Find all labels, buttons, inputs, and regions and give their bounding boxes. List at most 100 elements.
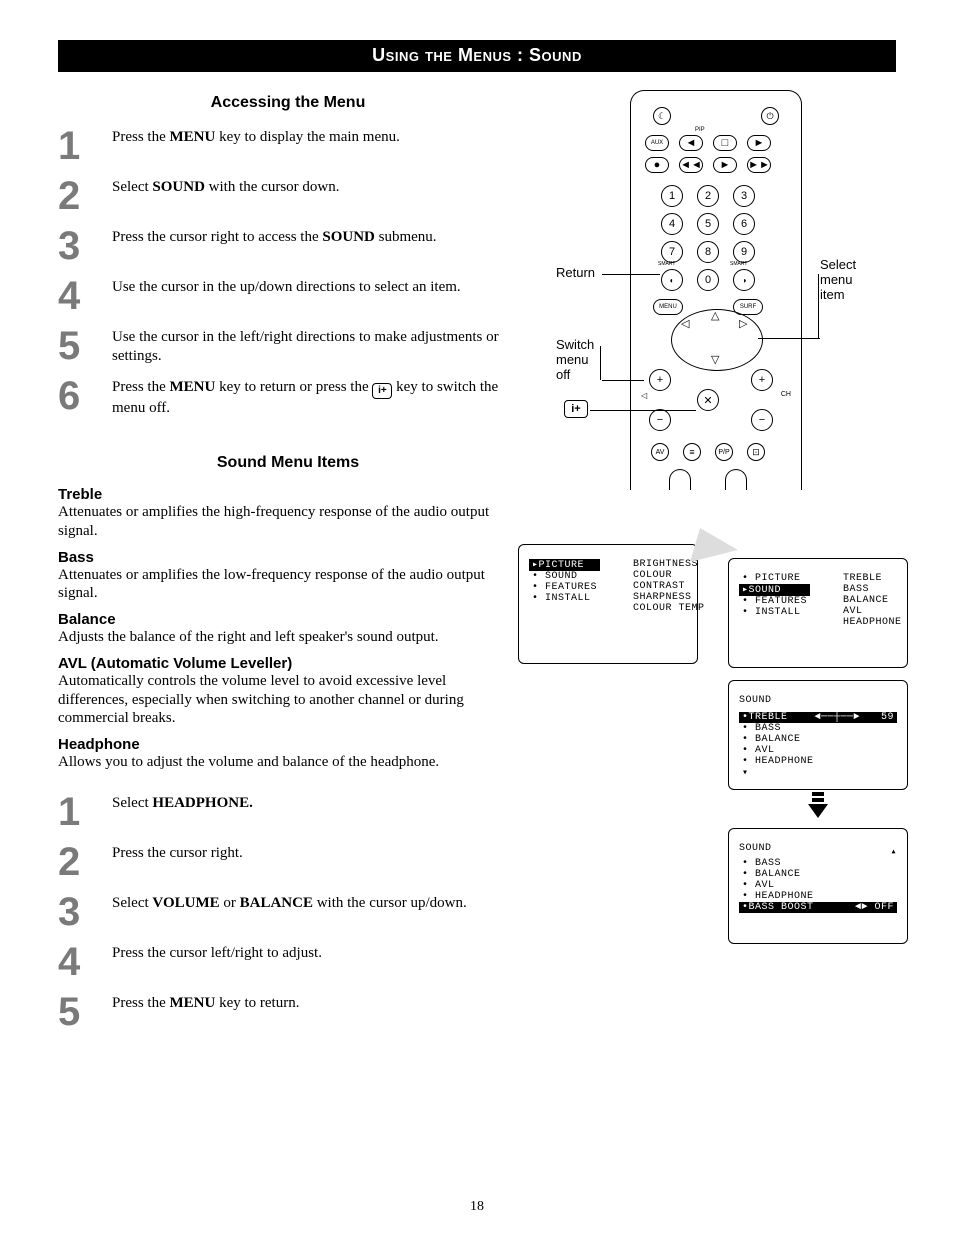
headphone-heading: Headphone (58, 736, 518, 753)
pip-label: PIP (695, 127, 705, 133)
nav-left-icon: ◁ (681, 317, 689, 330)
pip-mid-button: □ (713, 135, 737, 151)
mute-button: ✕ (697, 389, 719, 411)
t: submenu. (375, 229, 437, 245)
step-text: Press the MENU key to return or press th… (112, 376, 518, 418)
return-line (602, 274, 660, 275)
t: Use the cursor in the left/right directi… (112, 329, 499, 364)
osd-treble-menu: SOUND TREBLE◄──┼──► 59 BASS BALANCE AVL … (728, 680, 908, 790)
step-number: 4 (58, 942, 112, 982)
t: key to return or press the (215, 379, 372, 395)
t: key to return. (215, 995, 299, 1011)
return-label: Return (556, 266, 595, 281)
step-text: Press the cursor left/right to adjust. (112, 942, 518, 963)
osd-sound-menu: PICTURE ▸SOUND FEATURES INSTALL TREBLE B… (728, 558, 908, 668)
t: Press the (112, 995, 170, 1011)
osd-item: HEADPHONE (739, 756, 897, 767)
step-a4: 4 Use the cursor in the up/down directio… (58, 276, 518, 316)
balance-heading: Balance (58, 611, 518, 628)
t: SOUND (322, 229, 375, 245)
osd-item: HEADPHONE (739, 891, 897, 902)
osd2-right-list: TREBLE BASS BALANCE AVL HEADPHONE (840, 573, 905, 628)
t: SOUND (152, 179, 205, 195)
avl-text: Automatically controls the volume level … (58, 672, 518, 728)
osd1-left-list: ▸PICTURE SOUND FEATURES INSTALL (529, 559, 600, 614)
osd-item: BASS BOOST◄► OFF (739, 902, 897, 913)
digit-4-button: 4 (661, 213, 683, 235)
osd-item: BASS (739, 858, 897, 869)
pip-left-button: ◄ (679, 135, 703, 151)
osd-item: ▸SOUND (739, 584, 810, 596)
right-column: ☾ ⏻ AUX ◄ □ ► PIP ● ◄◄ ► ►► 1 2 3 4 5 6 … (538, 90, 896, 1042)
step-b2: 2 Press the cursor right. (58, 842, 518, 882)
switch-line (602, 380, 644, 381)
osd-item: HEADPHONE (840, 617, 905, 628)
step-number: 2 (58, 176, 112, 216)
smart-pic-button: ◐ (661, 269, 683, 291)
osd-item: ▸PICTURE (529, 559, 600, 571)
select-line (758, 338, 820, 339)
t: with the cursor down. (205, 179, 340, 195)
step-a3: 3 Press the cursor right to access the S… (58, 226, 518, 266)
step-b3: 3 Select VOLUME or BALANCE with the curs… (58, 892, 518, 932)
t: Select (112, 179, 152, 195)
osd-item: CONTRAST (630, 581, 708, 592)
osd-item: BALANCE (739, 869, 897, 880)
osd3-list: TREBLE◄──┼──► 59 BASS BALANCE AVL HEADPH… (739, 712, 897, 779)
t: Press the (112, 129, 170, 145)
digit-7-button: 7 (661, 241, 683, 263)
osd-item: FEATURES (739, 596, 810, 607)
treble-text: Attenuates or amplifies the high-frequen… (58, 503, 518, 541)
step-a2: 2 Select SOUND with the cursor down. (58, 176, 518, 216)
t: VOLUME (152, 895, 219, 911)
rew-button: ◄◄ (679, 157, 703, 173)
step-text: Press the cursor right. (112, 842, 518, 863)
av-button: AV (651, 443, 669, 461)
step-text: Use the cursor in the up/down directions… (112, 276, 518, 297)
rec-button: ● (645, 157, 669, 173)
info-icon: i+ (564, 400, 588, 418)
t: Select (112, 895, 152, 911)
format-button: ⊡ (747, 443, 765, 461)
page-number: 18 (0, 1199, 954, 1215)
step-text: Press the MENU key to return. (112, 992, 518, 1013)
digit-0-button: 0 (697, 269, 719, 291)
step-number: 4 (58, 276, 112, 316)
t: MENU (170, 995, 216, 1011)
digit-2-button: 2 (697, 185, 719, 207)
ch-down-button: − (751, 409, 773, 431)
t: Press the cursor left/right to adjust. (112, 945, 322, 961)
remote-diagram: ☾ ⏻ AUX ◄ □ ► PIP ● ◄◄ ► ►► 1 2 3 4 5 6 … (542, 90, 882, 510)
osd-item: BASS (840, 584, 905, 595)
headphone-text: Allows you to adjust the volume and bala… (58, 753, 518, 772)
power-icon: ⏻ (761, 107, 779, 125)
smart-snd-button: ◑ (733, 269, 755, 291)
teletext-button: ≡ (683, 443, 701, 461)
osd-item: SHARPNESS (630, 592, 708, 603)
vol-up-button: + (649, 369, 671, 391)
t: or (220, 895, 240, 911)
pp-button: P/P (715, 443, 733, 461)
step-b5: 5 Press the MENU key to return. (58, 992, 518, 1032)
step-a6: 6 Press the MENU key to return or press … (58, 376, 518, 418)
nav-down-icon: ▽ (711, 353, 719, 366)
step-number: 1 (58, 792, 112, 832)
step-number: 3 (58, 892, 112, 932)
osd-item: AVL (739, 880, 897, 891)
standby-icon: ☾ (653, 107, 671, 125)
osd-item: COLOUR TEMP (630, 603, 708, 614)
digit-8-button: 8 (697, 241, 719, 263)
select-label: Select menu item (820, 258, 870, 303)
step-number: 1 (58, 126, 112, 166)
step-text: Press the MENU key to display the main m… (112, 126, 518, 147)
t: BALANCE (240, 895, 313, 911)
digit-5-button: 5 (697, 213, 719, 235)
section-accessing-heading: Accessing the Menu (58, 94, 518, 112)
smart-label-right: SMART (730, 261, 747, 267)
step-number: 2 (58, 842, 112, 882)
digit-1-button: 1 (661, 185, 683, 207)
osd-picture-menu: ▸PICTURE SOUND FEATURES INSTALL BRIGHTNE… (518, 544, 698, 664)
t: Select (112, 795, 152, 811)
info-line (590, 410, 696, 411)
osd-item: PICTURE (739, 573, 810, 584)
